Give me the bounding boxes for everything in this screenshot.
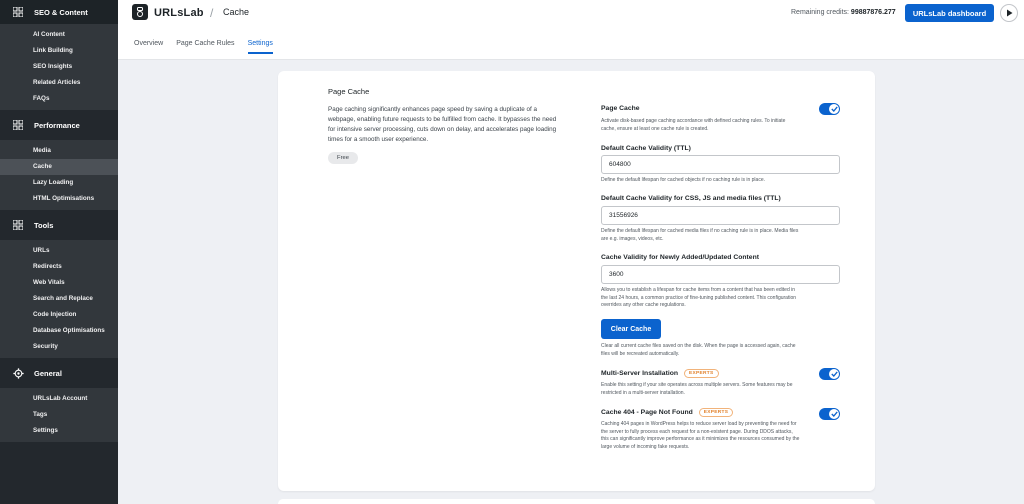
page-title: Cache — [223, 7, 250, 17]
new-content-ttl-help: Allows you to establish a lifespan for c… — [601, 287, 797, 309]
cache-404-label: Cache 404 - Page Not Found EXPERTS — [601, 408, 734, 417]
sidebar-item-redirects[interactable]: Redirects — [0, 259, 118, 275]
sidebar-item-media[interactable]: Media — [0, 143, 118, 159]
sidebar-section-label: Tools — [34, 220, 54, 230]
page-cache-toggle[interactable] — [819, 103, 840, 115]
media-ttl-label: Default Cache Validity for CSS, JS and m… — [601, 195, 781, 202]
header: URLsLab / Cache Remaining credits: 99887… — [118, 0, 1024, 60]
sidebar-item-lazy-loading[interactable]: Lazy Loading — [0, 175, 118, 191]
check-icon — [829, 369, 839, 379]
free-badge: Free — [328, 152, 358, 164]
sidebar-item-cache[interactable]: Cache — [0, 159, 118, 175]
grid-icon — [12, 6, 24, 18]
new-content-ttl-input[interactable]: 3600 — [601, 265, 840, 284]
cache-404-label-text: Cache 404 - Page Not Found — [601, 409, 693, 416]
sidebar-section-seo-content[interactable]: SEO & Content — [0, 0, 118, 24]
card-description: Page caching significantly enhances page… — [328, 106, 557, 143]
media-ttl-input[interactable]: 31556926 — [601, 206, 840, 225]
logo-text: URLsLab — [154, 7, 204, 19]
sidebar-item-tags[interactable]: Tags — [0, 407, 118, 423]
sidebar-group-seo: AI Content Link Building SEO Insights Re… — [0, 24, 118, 110]
sidebar-section-label: SEO & Content — [34, 7, 88, 17]
sidebar-item-seo-insights[interactable]: SEO Insights — [0, 59, 118, 75]
sidebar-item-database-optimisations[interactable]: Database Optimisations — [0, 323, 118, 339]
credits-value: 99887876.277 — [850, 9, 896, 16]
sidebar-section-tools[interactable]: Tools — [0, 210, 118, 240]
sidebar-section-label: General — [34, 368, 62, 378]
check-icon — [829, 409, 839, 419]
tabs: Overview Page Cache Rules Settings — [134, 40, 286, 54]
new-content-ttl-label: Cache Validity for Newly Added/Updated C… — [601, 254, 759, 261]
sidebar-item-ai-content[interactable]: AI Content — [0, 27, 118, 43]
experts-badge: EXPERTS — [684, 369, 719, 378]
credits-label: Remaining credits: — [791, 9, 849, 16]
multi-server-help: Enable this setting if your site operate… — [601, 382, 793, 396]
ttl-input[interactable]: 604800 — [601, 155, 840, 174]
remaining-credits: Remaining credits: 99887876.277 — [791, 9, 896, 16]
tab-settings[interactable]: Settings — [247, 40, 273, 54]
urlslab-logo-icon[interactable] — [132, 4, 148, 20]
sidebar-group-tools: URLs Redirects Web Vitals Search and Rep… — [0, 240, 118, 358]
sidebar-item-urls[interactable]: URLs — [0, 243, 118, 259]
sidebar-item-faqs[interactable]: FAQs — [0, 91, 118, 107]
multi-server-toggle[interactable] — [819, 368, 840, 380]
sidebar-item-html-optimisations[interactable]: HTML Optimisations — [0, 191, 118, 207]
sidebar: SEO & Content AI Content Link Building S… — [0, 0, 118, 504]
sidebar-item-web-vitals[interactable]: Web Vitals — [0, 275, 118, 291]
page-cache-settings-card: Page Cache Page caching significantly en… — [278, 71, 875, 491]
check-icon — [829, 104, 839, 114]
sidebar-section-performance[interactable]: Performance — [0, 110, 118, 140]
page-cache-help: Activate disk-based page caching accorda… — [601, 118, 786, 132]
tab-page-cache-rules[interactable]: Page Cache Rules — [176, 40, 234, 54]
page-cache-label: Page Cache — [601, 105, 640, 112]
play-icon — [1006, 4, 1013, 22]
gear-icon — [12, 367, 24, 379]
experts-badge: EXPERTS — [698, 408, 734, 417]
next-settings-card — [278, 499, 875, 504]
sidebar-item-related-articles[interactable]: Related Articles — [0, 75, 118, 91]
sidebar-item-search-replace[interactable]: Search and Replace — [0, 291, 118, 307]
sidebar-item-settings[interactable]: Settings — [0, 423, 118, 439]
clear-cache-button[interactable]: Clear Cache — [601, 319, 661, 339]
breadcrumb-separator: / — [210, 6, 214, 20]
media-ttl-help: Define the default lifespan for cached m… — [601, 228, 799, 242]
multi-server-label-text: Multi-Server Installation — [601, 370, 679, 377]
sidebar-section-label: Performance — [34, 120, 80, 130]
grid-icon — [12, 219, 24, 231]
sidebar-group-general: URLsLab Account Tags Settings — [0, 388, 118, 442]
ttl-help: Define the default lifespan for cached o… — [601, 177, 765, 183]
play-button[interactable] — [1000, 4, 1018, 22]
grid-icon — [12, 119, 24, 131]
sidebar-item-link-building[interactable]: Link Building — [0, 43, 118, 59]
urlslab-dashboard-button[interactable]: URLsLab dashboard — [905, 4, 994, 22]
cache-404-toggle[interactable] — [819, 408, 840, 420]
clear-cache-help: Clear all current cache files saved on t… — [601, 343, 796, 357]
sidebar-item-urlslab-account[interactable]: URLsLab Account — [0, 391, 118, 407]
multi-server-label: Multi-Server Installation EXPERTS — [601, 369, 719, 378]
sidebar-item-code-injection[interactable]: Code Injection — [0, 307, 118, 323]
sidebar-section-general[interactable]: General — [0, 358, 118, 388]
sidebar-group-performance: Media Cache Lazy Loading HTML Optimisati… — [0, 140, 118, 210]
card-title: Page Cache — [328, 87, 370, 96]
sidebar-item-security[interactable]: Security — [0, 339, 118, 355]
tab-overview[interactable]: Overview — [134, 40, 163, 54]
cache-404-help: Caching 404 pages in WordPress helps to … — [601, 421, 800, 450]
ttl-label: Default Cache Validity (TTL) — [601, 145, 691, 152]
